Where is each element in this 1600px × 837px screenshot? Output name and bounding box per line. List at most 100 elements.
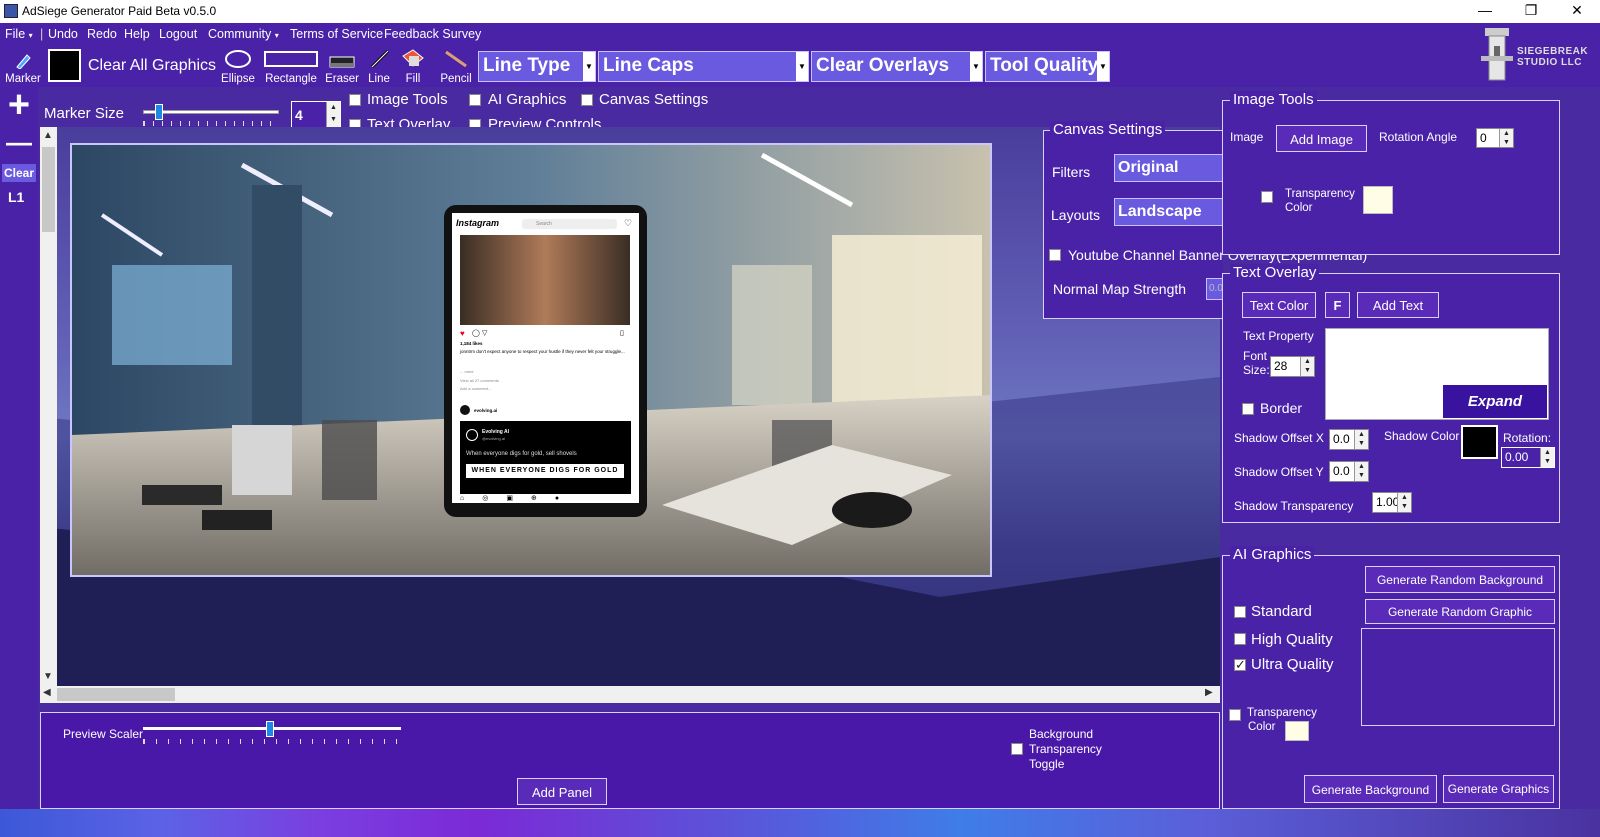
high-quality-checkbox[interactable] bbox=[1234, 633, 1246, 645]
scroll-thumb[interactable] bbox=[42, 147, 55, 232]
ellipse-tool[interactable]: Ellipse bbox=[219, 45, 257, 87]
spinner-arrows-icon[interactable]: ▲ ▼ bbox=[1397, 493, 1411, 512]
spinner-arrows-icon[interactable]: ▲ ▼ bbox=[1499, 129, 1513, 147]
menu-file[interactable]: File ▾ bbox=[5, 27, 33, 41]
menu-undo[interactable]: Undo bbox=[48, 27, 78, 41]
shadow-offset-x-label: Shadow Offset X bbox=[1234, 431, 1324, 445]
font-button[interactable]: F bbox=[1325, 292, 1350, 318]
scroll-left-icon[interactable]: ◀ bbox=[43, 687, 51, 698]
zoom-in-icon[interactable]: + bbox=[2, 86, 36, 124]
image-transparency-checkbox[interactable] bbox=[1261, 191, 1273, 203]
line-icon bbox=[370, 49, 390, 69]
generate-random-background-button[interactable]: Generate Random Background bbox=[1365, 566, 1555, 593]
youtube-banner-checkbox[interactable] bbox=[1049, 249, 1061, 261]
menu-redo[interactable]: Redo bbox=[87, 27, 117, 41]
close-icon[interactable]: ✕ bbox=[1554, 2, 1600, 22]
border-checkbox[interactable] bbox=[1242, 403, 1254, 415]
ultra-quality-checkbox[interactable] bbox=[1234, 657, 1246, 673]
text-rotation-spinner[interactable]: 0.00 ▲ ▼ bbox=[1501, 447, 1555, 468]
add-text-button[interactable]: Add Text bbox=[1357, 292, 1439, 318]
marker-size-spinner[interactable]: 4 ▲ ▼ bbox=[291, 101, 341, 128]
generate-random-graphic-button[interactable]: Generate Random Graphic bbox=[1365, 599, 1555, 624]
canvas-settings-panel: Canvas Settings Filters Original Layouts… bbox=[1043, 121, 1367, 319]
tool-quality-dropdown[interactable]: Tool Quality ▼ bbox=[985, 51, 1110, 82]
line-caps-dropdown[interactable]: Line Caps ▼ bbox=[598, 51, 809, 82]
text-input-area[interactable]: Expand bbox=[1325, 328, 1549, 420]
scroll-right-icon[interactable]: ▶ bbox=[1205, 687, 1213, 698]
rectangle-tool[interactable]: Rectangle bbox=[262, 45, 320, 87]
preview-controls-panel: Preview Scaler Background Transparency Tog… bbox=[40, 712, 1220, 809]
background-transparency-checkbox[interactable] bbox=[1011, 743, 1023, 755]
spinner-arrows-icon[interactable]: ▲ ▼ bbox=[326, 102, 340, 127]
add-panel-button[interactable]: Add Panel bbox=[517, 778, 607, 805]
shadow-offset-x-value: 0.0 bbox=[1333, 432, 1350, 446]
spinner-arrows-icon[interactable]: ▲ ▼ bbox=[1300, 357, 1314, 376]
canvas-settings-checkbox[interactable] bbox=[581, 94, 593, 106]
clear-overlays-dropdown[interactable]: Clear Overlays ▼ bbox=[811, 51, 983, 82]
horizontal-scrollbar[interactable]: ◀ ▶ bbox=[40, 686, 1220, 703]
maximize-icon[interactable]: ❐ bbox=[1508, 2, 1554, 22]
menu-terms[interactable]: Terms of Service bbox=[290, 27, 383, 41]
expand-button[interactable]: Expand bbox=[1443, 385, 1547, 418]
image-transparency-color-swatch[interactable] bbox=[1363, 186, 1393, 214]
minimize-icon[interactable]: — bbox=[1462, 2, 1508, 22]
line-tool[interactable]: Line bbox=[364, 45, 394, 87]
standard-checkbox[interactable] bbox=[1234, 606, 1246, 618]
spinner-arrows-icon[interactable]: ▲ ▼ bbox=[1540, 448, 1554, 467]
shadow-transparency-spinner[interactable]: 1.00 ▲ ▼ bbox=[1372, 492, 1412, 513]
rotation-angle-spinner[interactable]: 0 ▲ ▼ bbox=[1476, 128, 1514, 148]
scroll-thumb[interactable] bbox=[57, 688, 175, 701]
clear-layer-button[interactable]: Clear bbox=[2, 164, 36, 182]
spinner-arrows-icon[interactable]: ▲ ▼ bbox=[1354, 430, 1368, 449]
chevron-down-icon: ▼ bbox=[1097, 52, 1109, 81]
shadow-offset-y-spinner[interactable]: 0.0 ▲ ▼ bbox=[1329, 461, 1369, 482]
eraser-tool[interactable]: Eraser bbox=[324, 45, 360, 87]
heart-outline-icon: ♡ bbox=[624, 218, 633, 228]
ai-transparency-color-swatch[interactable] bbox=[1285, 721, 1309, 741]
slider-thumb[interactable] bbox=[266, 721, 274, 737]
zoom-out-icon[interactable]: — bbox=[2, 127, 36, 159]
shadow-offset-x-spinner[interactable]: 0.0 ▲ ▼ bbox=[1329, 429, 1369, 450]
generate-background-button[interactable]: Generate Background bbox=[1304, 775, 1437, 803]
fill-bucket-icon bbox=[402, 49, 424, 67]
ai-transparency-checkbox[interactable] bbox=[1229, 709, 1241, 721]
marker-size-slider[interactable] bbox=[137, 101, 287, 127]
filters-dropdown[interactable]: Original bbox=[1114, 154, 1224, 182]
image-tools-toggle-label: Image Tools bbox=[367, 91, 448, 108]
shadow-transparency-label: Shadow Transparency bbox=[1234, 499, 1354, 513]
add-image-button[interactable]: Add Image bbox=[1276, 125, 1367, 152]
layer-item-l1[interactable]: L1 bbox=[8, 189, 24, 205]
menu-community[interactable]: Community ▾ bbox=[208, 27, 279, 41]
marker-tool[interactable]: Marker bbox=[2, 45, 44, 87]
toolbar: Marker Clear All Graphics Ellipse Rectan… bbox=[0, 28, 1600, 87]
line-label: Line bbox=[368, 73, 390, 85]
vertical-scrollbar[interactable]: ▲ ▼ bbox=[40, 127, 57, 687]
card-banner: WHEN EVERYONE DIGS FOR GOLD bbox=[466, 464, 624, 478]
menu-logout[interactable]: Logout bbox=[159, 27, 197, 41]
line-type-dropdown[interactable]: Line Type ▼ bbox=[478, 51, 596, 82]
layouts-dropdown[interactable]: Landscape bbox=[1114, 198, 1224, 226]
shadow-color-swatch[interactable] bbox=[1461, 425, 1498, 459]
ai-graphics-checkbox[interactable] bbox=[469, 94, 481, 106]
image-tools-panel: Image Tools Image Add Image Rotation Ang… bbox=[1222, 91, 1560, 255]
fill-tool[interactable]: Fill bbox=[396, 45, 430, 87]
scroll-up-icon[interactable]: ▲ bbox=[43, 130, 53, 141]
canvas-image[interactable]: Instagram Search ♡ ♥ ◯ ▽ ▯ 1,184 likes j… bbox=[70, 143, 992, 577]
marker-color-swatch[interactable] bbox=[48, 49, 81, 82]
pencil-tool[interactable]: Pencil bbox=[438, 45, 474, 87]
generate-graphics-button[interactable]: Generate Graphics bbox=[1443, 775, 1554, 803]
line-type-value: Line Type bbox=[483, 55, 571, 76]
menu-help[interactable]: Help bbox=[124, 27, 150, 41]
menu-feedback[interactable]: Feedback Survey bbox=[384, 27, 481, 41]
scroll-down-icon[interactable]: ▼ bbox=[43, 671, 53, 682]
menu-bar: File ▾ | Undo Redo Help Logout Community… bbox=[0, 23, 1600, 45]
clear-all-graphics-button[interactable]: Clear All Graphics bbox=[88, 57, 216, 75]
phone-search: Search bbox=[522, 219, 617, 229]
slider-thumb[interactable] bbox=[155, 104, 163, 120]
text-color-button[interactable]: Text Color bbox=[1242, 292, 1316, 318]
font-size-spinner[interactable]: 28 ▲ ▼ bbox=[1270, 356, 1315, 377]
fill-label: Fill bbox=[405, 73, 421, 85]
spinner-arrows-icon[interactable]: ▲ ▼ bbox=[1354, 462, 1368, 481]
preview-scaler-slider[interactable] bbox=[141, 721, 403, 747]
image-tools-checkbox[interactable] bbox=[349, 94, 361, 106]
